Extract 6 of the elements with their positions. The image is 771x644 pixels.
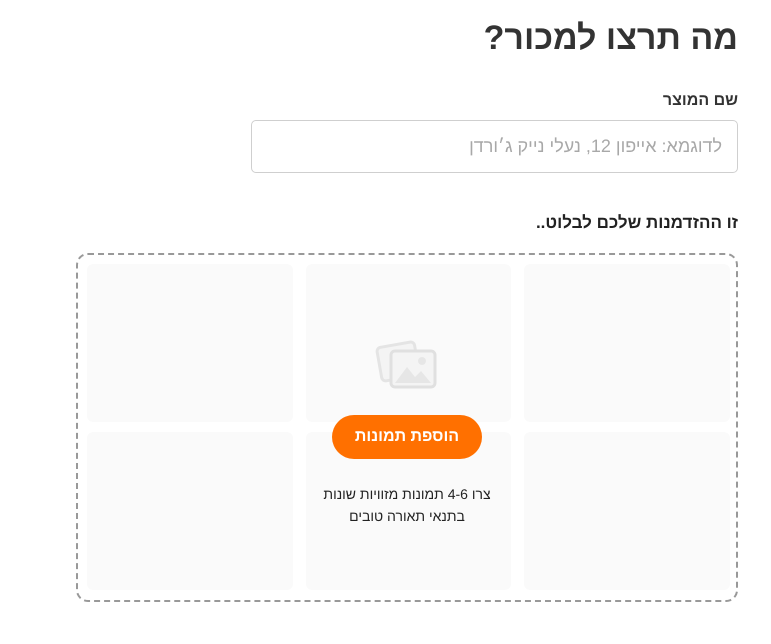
upload-hint: צרו 4-6 תמונות מזוויות שונות בתנאי תאורה טובים <box>322 485 492 526</box>
product-name-field[interactable]: לדוגמא: אייפון 12, נעלי נייק ג׳ורדן <box>251 120 738 173</box>
add-photos-button[interactable]: הוספת תמונות <box>332 415 482 459</box>
page-title: מה תרצו למכור? <box>484 18 738 59</box>
section-title: זו ההזדמנות שלכם לבלוט.. <box>536 213 738 233</box>
field-label: שם המוצר <box>662 92 738 110</box>
